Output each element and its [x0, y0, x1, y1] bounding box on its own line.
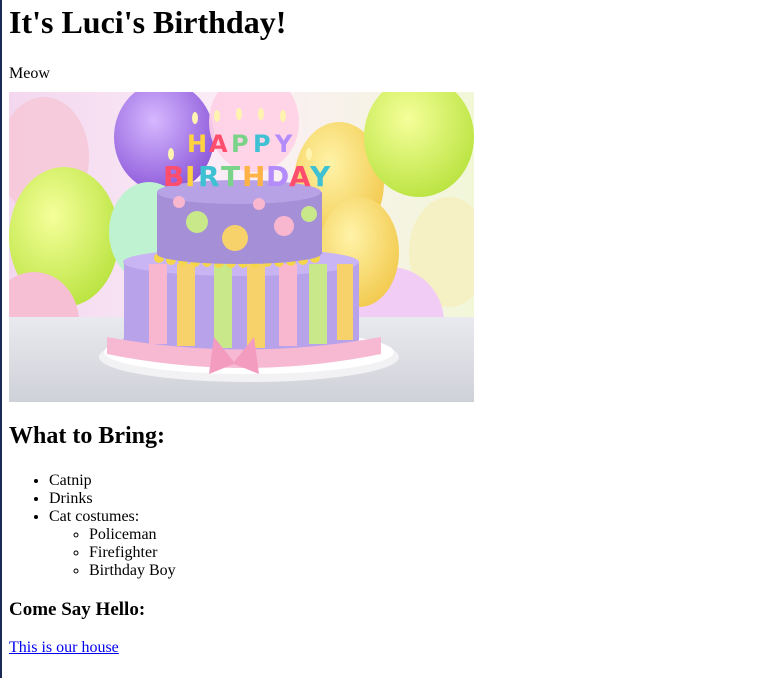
list-item: Drinks — [49, 490, 749, 508]
costume-list: Policeman Firefighter Birthday Boy — [49, 526, 749, 580]
birthday-cake-image: B I R T H D A Y H A P P Y — [9, 92, 474, 402]
window-left-border — [0, 0, 2, 678]
svg-text:R: R — [198, 160, 220, 193]
svg-text:P: P — [253, 130, 271, 158]
list-item: Policeman — [89, 526, 749, 544]
svg-text:Y: Y — [309, 160, 331, 193]
house-link[interactable]: This is our house — [9, 639, 119, 657]
bring-list: Catnip Drinks Cat costumes: Policeman Fi… — [9, 472, 749, 580]
list-item: Catnip — [49, 472, 749, 490]
list-item: Birthday Boy — [89, 562, 749, 580]
svg-text:A: A — [289, 160, 311, 193]
list-item: Firefighter — [89, 544, 749, 562]
page-title: It's Luci's Birthday! — [9, 4, 287, 40]
svg-text:B: B — [163, 160, 184, 193]
what-to-bring-heading: What to Bring: — [9, 423, 165, 449]
svg-text:P: P — [231, 130, 249, 158]
svg-text:Y: Y — [274, 130, 293, 158]
list-item-label: Cat costumes: — [49, 508, 140, 525]
svg-text:A: A — [209, 130, 228, 158]
svg-text:D: D — [266, 160, 289, 193]
svg-text:T: T — [221, 160, 240, 193]
svg-text:H: H — [242, 160, 265, 193]
svg-text:I: I — [185, 160, 195, 193]
come-say-hello-heading: Come Say Hello: — [9, 599, 146, 620]
list-item-costumes: Cat costumes: Policeman Firefighter Birt… — [49, 508, 749, 580]
svg-text:H: H — [187, 130, 207, 158]
page-subtitle: Meow — [9, 65, 50, 82]
page-content: It's Luci's Birthday! Meow B I R T H D A… — [9, 0, 749, 657]
